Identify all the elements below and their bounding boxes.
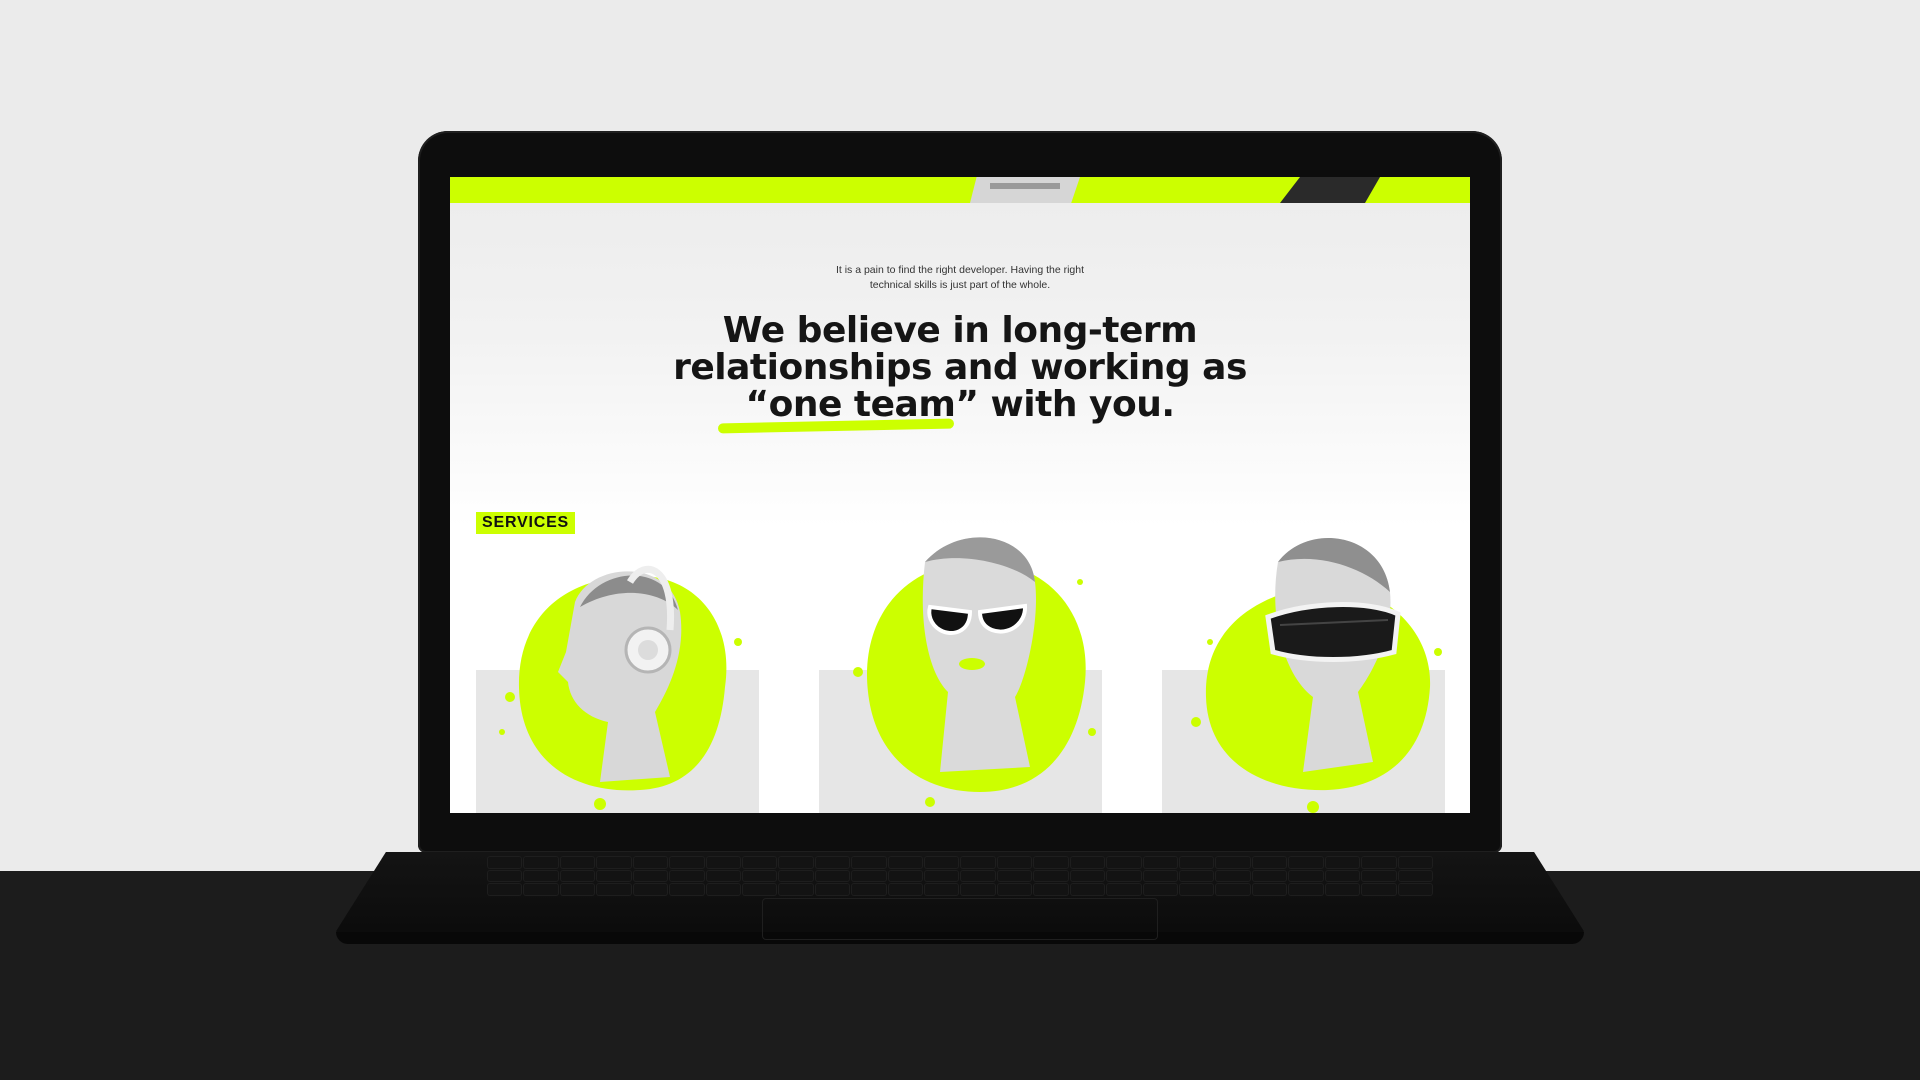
keyboard-key [597,884,631,895]
keyboard-key [560,884,595,895]
keyboard-key [742,857,777,868]
keyboard-key [1180,870,1214,882]
keyboard-key [852,870,886,882]
keyboard-key [706,884,740,895]
keyboard-key [815,884,850,895]
keyboard-key [888,884,923,895]
keyboard-key [888,857,923,868]
keyboard-key [852,857,886,868]
keyboard-key [670,870,704,882]
keyboard-key [633,884,668,895]
keyboard-key [997,870,1032,882]
keyboard-key [1070,857,1105,868]
keyboard-key [1362,884,1396,895]
keyboard-key [925,884,959,895]
keyboard-key [925,857,959,868]
keyboard-key [1143,884,1178,895]
keyboard-key [597,870,631,882]
keyboard-key [997,884,1032,895]
keyboard-key [524,870,558,882]
keyboard-key [1325,870,1360,882]
keyboard-key [1143,870,1178,882]
keyboard-key [742,884,777,895]
page-headline: We believe in long-term relationships an… [450,312,1470,423]
keyboard-key [1107,857,1141,868]
keyboard-key [706,857,740,868]
keyboard-key [1398,884,1432,895]
keyboard-key [1398,870,1432,882]
keyboard-key [1325,884,1360,895]
keyboard-key [1107,884,1141,895]
keyboard-key [1216,870,1250,882]
keyboard-key [524,884,558,895]
keyboard-key [779,884,813,895]
keyboard-key [1107,870,1141,882]
keyboard-key [706,870,740,882]
intro-line-1: It is a pain to find the right developer… [835,264,1085,276]
keyboard-key [488,884,522,895]
keyboard-key [1252,857,1287,868]
keyboard-key [633,857,668,868]
keyboard-key [779,857,813,868]
keyboard-key [925,870,959,882]
keyboard-key [1398,857,1432,868]
keyboard-key [961,870,995,882]
hero-image-band [450,177,1470,203]
keyboard-key [1289,870,1323,882]
keyboard-key [1143,857,1178,868]
headphones-bust-icon [499,565,742,810]
keyboard-key [1034,884,1068,895]
keyboard-key [670,857,704,868]
keyboard-key [852,884,886,895]
keyboard-key [815,870,850,882]
keyboard-key [1252,870,1287,882]
sunglasses-bust-icon [853,537,1096,807]
statue-fragment-image-dark [1280,177,1380,203]
laptop-trackpad [762,898,1158,940]
keyboard-key [1362,857,1396,868]
keyboard-key [488,870,522,882]
website-screen: It is a pain to find the right developer… [450,177,1470,813]
intro-line-2: technical skills is just part of the who… [869,279,1051,291]
keyboard-key [1216,857,1250,868]
keyboard-key [1034,870,1068,882]
keyboard-key [633,870,668,882]
keyboard-key [742,870,777,882]
vr-headset-bust-icon [1191,538,1442,813]
keyboard-key [670,884,704,895]
keyboard-key [815,857,850,868]
keyboard-key [524,857,558,868]
keyboard-key [1289,857,1323,868]
headline-line-2: relationships and working as [673,347,1247,388]
keyboard-key [488,857,522,868]
keyboard-key [1289,884,1323,895]
keyboard-key [1325,857,1360,868]
keyboard-key [1216,884,1250,895]
keyboard-key [1070,884,1105,895]
keyboard-key [961,884,995,895]
keyboard-key [779,870,813,882]
statue-fragment-image [970,177,1080,203]
keyboard-key [1070,870,1105,882]
keyboard-key [961,857,995,868]
keyboard-key [1034,857,1068,868]
keyboard-key [560,857,595,868]
intro-text: It is a pain to find the right developer… [450,263,1470,293]
keyboard-key [997,857,1032,868]
keyboard-key [1180,884,1214,895]
keyboard-key [597,857,631,868]
keyboard-key [560,870,595,882]
laptop-keyboard [488,857,1432,895]
headline-line-3: “one team” with you. [745,384,1175,425]
keyboard-key [1180,857,1214,868]
headline-line-1: We believe in long-term [722,310,1198,351]
keyboard-key [1362,870,1396,882]
keyboard-key [1252,884,1287,895]
keyboard-key [888,870,923,882]
